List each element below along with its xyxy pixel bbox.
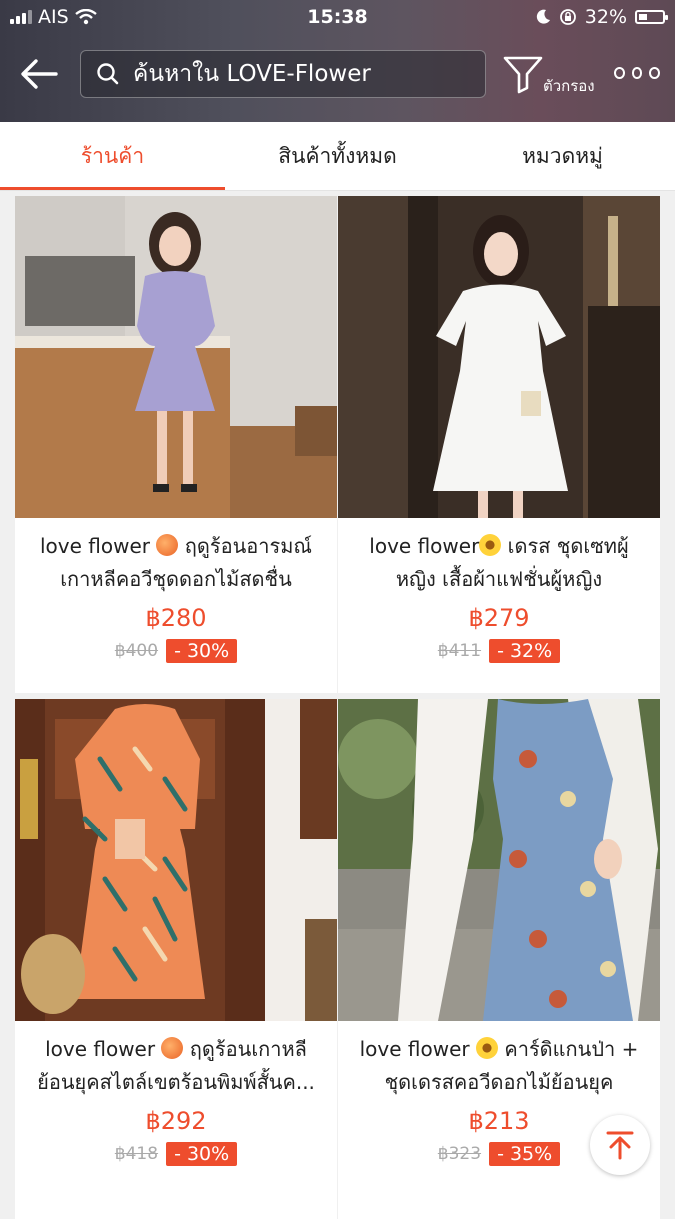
product-title-line2: ชุดเดรสคอวีดอกไม้ย้อนยุค bbox=[384, 1070, 614, 1094]
peach-emoji-icon bbox=[156, 534, 179, 556]
product-price: ฿279 bbox=[468, 604, 530, 632]
moon-icon bbox=[536, 9, 550, 24]
tab-all-products[interactable]: สินค้าทั้งหมด bbox=[225, 122, 450, 190]
discount-badge: - 32% bbox=[489, 639, 561, 663]
more-options-button[interactable] bbox=[614, 62, 661, 84]
more-dot-icon bbox=[614, 67, 625, 79]
dress-photo-white bbox=[338, 196, 660, 518]
product-title-part: เดรส ชุดเซทผู้ bbox=[507, 534, 629, 558]
product-image[interactable] bbox=[338, 699, 660, 1021]
discount-badge: - 30% bbox=[166, 639, 238, 663]
product-image[interactable] bbox=[15, 196, 337, 518]
dress-photo-purple bbox=[15, 196, 337, 518]
tab-shop[interactable]: ร้านค้า bbox=[0, 122, 225, 190]
product-title: love flower เดรส ชุดเซทผู้ หญิง เสื้อผ้า… bbox=[344, 530, 654, 596]
rotation-lock-icon bbox=[559, 9, 576, 25]
dress-photo-blue bbox=[338, 699, 660, 1021]
original-price: ฿411 bbox=[437, 641, 482, 661]
arrow-left-icon bbox=[21, 59, 58, 89]
product-grid: love flower ฤดูร้อนอารมณ์ เกาหลีคอวีชุดด… bbox=[0, 190, 675, 1219]
battery-percent: 32% bbox=[584, 6, 627, 28]
sunflower-emoji-icon bbox=[475, 1037, 498, 1059]
sunflower-emoji-icon bbox=[479, 534, 502, 556]
product-title-line2: เกาหลีคอวีชุดดอกไม้สดชื่น bbox=[60, 567, 292, 591]
search-icon bbox=[97, 63, 119, 85]
product-title-brand: love flower bbox=[45, 1037, 156, 1061]
filter-button[interactable]: ตัวกรอง bbox=[500, 52, 600, 96]
product-title-brand: love flower bbox=[359, 1037, 470, 1061]
more-dot-icon bbox=[649, 67, 661, 79]
price-discount-row: ฿400 - 30% bbox=[15, 639, 337, 663]
original-price: ฿323 bbox=[437, 1144, 482, 1164]
discount-badge: - 30% bbox=[166, 1142, 238, 1166]
product-price: ฿280 bbox=[145, 604, 207, 632]
discount-badge: - 35% bbox=[489, 1142, 561, 1166]
more-dot-icon bbox=[631, 67, 643, 79]
product-card[interactable]: love flower ฤดูร้อนเกาหลี ย้อนยุคสไตล์เข… bbox=[15, 699, 337, 1219]
dress-photo-orange bbox=[15, 699, 337, 1021]
product-title-part: ฤดูร้อนอารมณ์ bbox=[184, 534, 312, 558]
price-discount-row: ฿418 - 30% bbox=[15, 1142, 337, 1166]
original-price: ฿418 bbox=[114, 1144, 159, 1164]
product-image[interactable] bbox=[338, 196, 660, 518]
product-card[interactable]: love flower ฤดูร้อนอารมณ์ เกาหลีคอวีชุดด… bbox=[15, 196, 337, 693]
original-price: ฿400 bbox=[114, 641, 159, 661]
battery-icon bbox=[635, 10, 668, 24]
app-header: AIS 15:38 32% ค้นหาใน LOVE-Flower ตัวกรอ… bbox=[0, 0, 675, 122]
product-title-line2: ย้อนยุคสไตล์เขตร้อนพิมพ์สั้นค... bbox=[37, 1070, 315, 1094]
product-title-brand: love flower bbox=[369, 534, 480, 558]
search-placeholder: ค้นหาใน LOVE-Flower bbox=[133, 61, 371, 87]
tab-categories[interactable]: หมวดหมู่ bbox=[450, 122, 675, 190]
product-card[interactable]: love flower เดรส ชุดเซทผู้ หญิง เสื้อผ้า… bbox=[338, 196, 660, 693]
product-title-part: ฤดูร้อนเกาหลี bbox=[189, 1037, 307, 1061]
status-bar: AIS 15:38 32% bbox=[0, 0, 675, 36]
price-discount-row: ฿411 - 32% bbox=[338, 639, 660, 663]
arrow-up-icon bbox=[606, 1131, 634, 1160]
funnel-icon bbox=[503, 56, 543, 94]
back-button[interactable] bbox=[16, 52, 62, 96]
product-title-part: คาร์ดิแกนป่า + bbox=[504, 1037, 639, 1061]
product-title: love flower ฤดูร้อนเกาหลี ย้อนยุคสไตล์เข… bbox=[21, 1033, 331, 1099]
shop-search-input[interactable]: ค้นหาใน LOVE-Flower bbox=[80, 50, 486, 98]
back-to-top-button[interactable] bbox=[590, 1115, 650, 1175]
filter-label: ตัวกรอง bbox=[543, 77, 595, 95]
product-title: love flower ฤดูร้อนอารมณ์ เกาหลีคอวีชุดด… bbox=[21, 530, 331, 596]
peach-emoji-icon bbox=[161, 1037, 184, 1059]
product-image[interactable] bbox=[15, 699, 337, 1021]
product-title: love flower คาร์ดิแกนป่า + ชุดเดรสคอวีดอ… bbox=[344, 1033, 654, 1099]
product-title-line2: หญิง เสื้อผ้าแฟชั่นผู้หญิง bbox=[395, 567, 603, 591]
shop-tab-bar: ร้านค้า สินค้าทั้งหมด หมวดหมู่ bbox=[0, 122, 675, 191]
product-title-brand: love flower bbox=[40, 534, 151, 558]
product-price: ฿292 bbox=[145, 1107, 207, 1135]
